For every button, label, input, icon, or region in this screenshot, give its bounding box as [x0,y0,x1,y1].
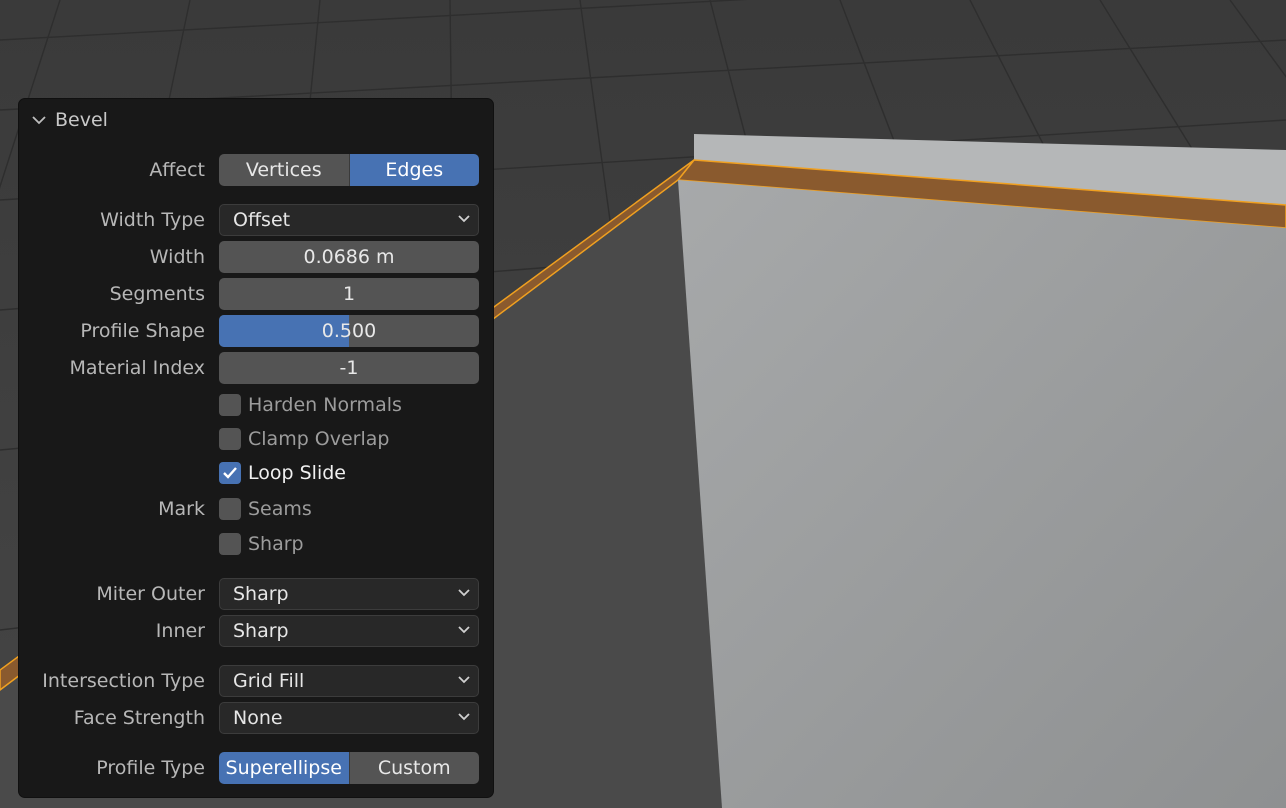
profile-type-label: Profile Type [96,757,205,779]
affect-row: Affect Vertices Edges [19,154,495,186]
face-strength-dropdown[interactable]: None [219,702,479,734]
inner-dropdown[interactable]: Sharp [219,615,479,647]
mark-seams-checkbox[interactable]: Seams [219,495,312,523]
mark-seams-label: Seams [248,498,312,520]
material-index-field[interactable]: -1 [219,352,479,384]
panel-header[interactable]: Bevel [31,107,108,133]
width-value: 0.0686 m [303,246,395,268]
mark-seams-row: Mark Seams [19,495,495,527]
chevron-down-icon [458,589,470,597]
segments-label: Segments [109,283,205,305]
miter-outer-value: Sharp [233,583,289,605]
material-index-label: Material Index [69,357,205,379]
profile-type-toggle: Superellipse Custom [219,752,479,784]
miter-outer-label: Miter Outer [96,583,205,605]
profile-shape-slider[interactable]: 0.500 [219,315,479,347]
mark-sharp-checkbox[interactable]: Sharp [219,530,304,558]
material-index-value: -1 [339,357,359,379]
affect-label: Affect [149,159,205,181]
checkmark-icon [223,467,237,479]
inner-value: Sharp [233,620,289,642]
harden-normals-row: Harden Normals [19,391,495,423]
intersection-type-value: Grid Fill [233,670,305,692]
segments-row: Segments 1 [19,278,495,310]
profile-shape-row: Profile Shape 0.500 [19,315,495,347]
miter-outer-row: Miter Outer Sharp [19,578,495,610]
width-type-value: Offset [233,209,291,231]
affect-vertices-button[interactable]: Vertices [219,154,349,186]
mark-label: Mark [158,498,205,520]
profile-type-row: Profile Type Superellipse Custom [19,752,495,784]
material-index-row: Material Index -1 [19,352,495,384]
face-strength-row: Face Strength None [19,702,495,734]
checkbox-box [219,394,241,416]
chevron-down-icon [458,215,470,223]
width-type-row: Width Type Offset [19,204,495,236]
harden-normals-label: Harden Normals [248,394,402,416]
clamp-overlap-row: Clamp Overlap [19,425,495,457]
inner-row: Inner Sharp [19,615,495,647]
mark-sharp-label: Sharp [248,533,304,555]
inner-label: Inner [155,620,205,642]
checkbox-box [219,498,241,520]
face-strength-value: None [233,707,283,729]
affect-edges-button[interactable]: Edges [348,154,479,186]
checkbox-box [219,533,241,555]
loop-slide-row: Loop Slide [19,459,495,491]
miter-outer-dropdown[interactable]: Sharp [219,578,479,610]
chevron-down-icon [32,116,46,125]
face-strength-label: Face Strength [73,707,205,729]
loop-slide-label: Loop Slide [248,462,346,484]
profile-shape-label: Profile Shape [80,320,205,342]
width-type-dropdown[interactable]: Offset [219,204,479,236]
width-field[interactable]: 0.0686 m [219,241,479,273]
harden-normals-checkbox[interactable]: Harden Normals [219,391,402,419]
clamp-overlap-label: Clamp Overlap [248,428,390,450]
loop-slide-checkbox[interactable]: Loop Slide [219,459,346,487]
mesh-front-face [678,180,1286,808]
chevron-down-icon [458,626,470,634]
segments-value: 1 [342,283,356,305]
intersection-type-row: Intersection Type Grid Fill [19,665,495,697]
panel-title: Bevel [55,109,108,131]
width-row: Width 0.0686 m [19,241,495,273]
intersection-type-dropdown[interactable]: Grid Fill [219,665,479,697]
intersection-type-label: Intersection Type [42,670,205,692]
clamp-overlap-checkbox[interactable]: Clamp Overlap [219,425,389,453]
width-type-label: Width Type [100,209,205,231]
chevron-down-icon [458,676,470,684]
profile-shape-value: 0.500 [321,320,377,342]
mark-sharp-row: Sharp [19,530,495,562]
profile-type-custom-button[interactable]: Custom [348,752,479,784]
segments-field[interactable]: 1 [219,278,479,310]
checkbox-box [219,462,241,484]
chevron-down-icon [458,713,470,721]
profile-type-superellipse-button[interactable]: Superellipse [219,752,349,784]
checkbox-box [219,428,241,450]
affect-toggle: Vertices Edges [219,154,479,186]
bevel-operator-panel: Bevel Affect Vertices Edges Width Type O… [18,98,494,798]
width-label: Width [149,246,205,268]
